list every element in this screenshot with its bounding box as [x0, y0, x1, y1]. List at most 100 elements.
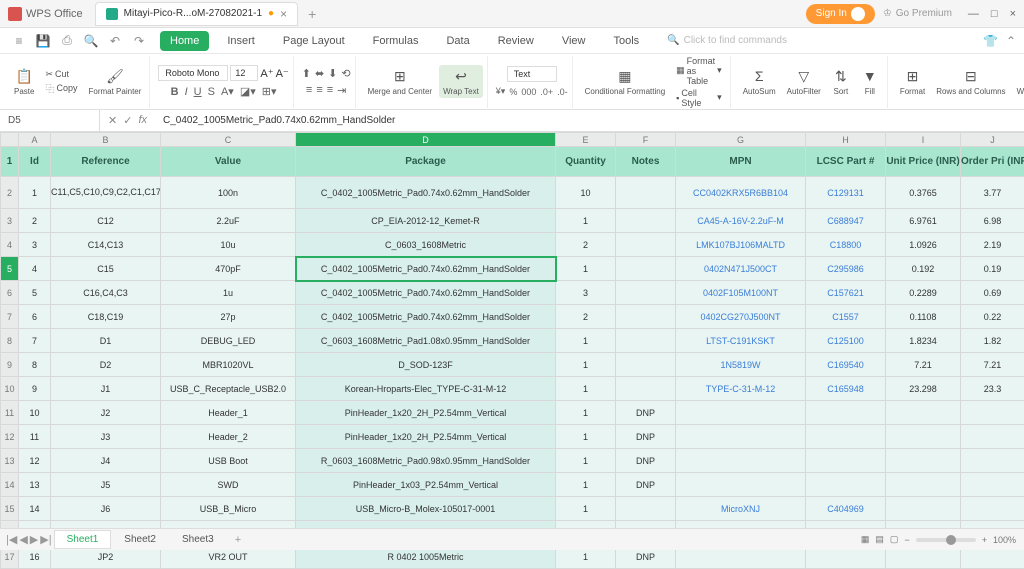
cell[interactable]: 0.1108: [886, 305, 961, 329]
cell[interactable]: J3: [51, 425, 161, 449]
menu-tab-data[interactable]: Data: [436, 31, 479, 51]
row-number[interactable]: 6: [1, 281, 19, 305]
paste-button[interactable]: 📋 Paste: [10, 65, 38, 98]
merge-button[interactable]: ⊞Merge and Center: [364, 65, 436, 98]
cell[interactable]: 6.98: [961, 209, 1024, 233]
cell[interactable]: 3: [556, 281, 616, 305]
row-number[interactable]: 11: [1, 401, 19, 425]
cell[interactable]: 0.19: [961, 257, 1024, 281]
cell[interactable]: 1: [556, 257, 616, 281]
cell[interactable]: LTST-C191KSKT: [676, 329, 806, 353]
fx-cancel-icon[interactable]: ✕: [108, 114, 117, 127]
premium-button[interactable]: ♔ Go Premium: [883, 8, 952, 19]
cell[interactable]: 4: [19, 257, 51, 281]
italic-button[interactable]: I: [185, 86, 188, 98]
copy-button[interactable]: ⿻Copy: [41, 81, 81, 96]
cell[interactable]: J1: [51, 377, 161, 401]
close-window-button[interactable]: ×: [1010, 8, 1016, 20]
cell[interactable]: 7.21: [961, 353, 1024, 377]
cell[interactable]: D2: [51, 353, 161, 377]
cell[interactable]: DNP: [616, 473, 676, 497]
cell[interactable]: [616, 177, 676, 209]
cell[interactable]: 1: [556, 401, 616, 425]
cell[interactable]: C12: [51, 209, 161, 233]
cell[interactable]: [806, 425, 886, 449]
cell[interactable]: [961, 473, 1024, 497]
cell[interactable]: D_SOD-123F: [296, 353, 556, 377]
file-tab-active[interactable]: Mitayi-Pico-R...oM-27082021-1 ● ×: [95, 2, 298, 26]
cond-format-button[interactable]: ▦Conditional Formatting: [581, 65, 669, 98]
cell[interactable]: C169540: [806, 353, 886, 377]
minimize-button[interactable]: —: [968, 8, 979, 20]
cell[interactable]: [616, 353, 676, 377]
cell[interactable]: 1u: [161, 281, 296, 305]
column-header[interactable]: Value: [161, 147, 296, 177]
cell[interactable]: 1: [556, 353, 616, 377]
cell[interactable]: 10: [19, 401, 51, 425]
column-header[interactable]: Unit Price (INR): [886, 147, 961, 177]
menu-tab-review[interactable]: Review: [488, 31, 544, 51]
cell[interactable]: C1557: [806, 305, 886, 329]
cell[interactable]: J4: [51, 449, 161, 473]
app-menu-button[interactable]: ≡: [8, 30, 30, 52]
view-normal-icon[interactable]: ▦: [861, 534, 870, 545]
cell[interactable]: USB_Micro-B_Molex-105017-0001: [296, 497, 556, 521]
sheet-next-button[interactable]: ▶: [30, 533, 38, 546]
cell[interactable]: C_0603_1608Metric: [296, 233, 556, 257]
close-icon[interactable]: ×: [280, 7, 287, 21]
add-sheet-button[interactable]: +: [229, 534, 247, 546]
cell[interactable]: LMK107BJ106MALTD: [676, 233, 806, 257]
cell[interactable]: CC0402KRX5R6BB104: [676, 177, 806, 209]
cell[interactable]: 7.21: [886, 353, 961, 377]
view-page-icon[interactable]: ▤: [875, 534, 884, 545]
column-letter[interactable]: I: [886, 133, 961, 147]
align-bot-button[interactable]: ⬇: [328, 67, 337, 80]
cell[interactable]: [616, 329, 676, 353]
row-number[interactable]: 9: [1, 353, 19, 377]
cell[interactable]: [961, 449, 1024, 473]
cell[interactable]: [961, 497, 1024, 521]
column-letter[interactable]: B: [51, 133, 161, 147]
row-number[interactable]: 8: [1, 329, 19, 353]
cell[interactable]: C_0402_1005Metric_Pad0.74x0.62mm_HandSol…: [296, 305, 556, 329]
cell[interactable]: [806, 449, 886, 473]
cell[interactable]: MicroXNJ: [676, 497, 806, 521]
cell[interactable]: 1N5819W: [676, 353, 806, 377]
cell[interactable]: 2: [556, 305, 616, 329]
cell[interactable]: DNP: [616, 425, 676, 449]
cell[interactable]: 13: [19, 473, 51, 497]
cell[interactable]: J6: [51, 497, 161, 521]
cell[interactable]: 1: [556, 473, 616, 497]
row-number[interactable]: 13: [1, 449, 19, 473]
number-format-select[interactable]: Text: [507, 66, 557, 82]
undo-button[interactable]: ↶: [104, 30, 126, 52]
cell[interactable]: 1: [19, 177, 51, 209]
cell[interactable]: J5: [51, 473, 161, 497]
cell[interactable]: C_0402_1005Metric_Pad0.74x0.62mm_HandSol…: [296, 257, 556, 281]
row-number[interactable]: 14: [1, 473, 19, 497]
cell[interactable]: C16,C4,C3: [51, 281, 161, 305]
cell[interactable]: C129131: [806, 177, 886, 209]
cell[interactable]: C_0402_1005Metric_Pad0.74x0.62mm_HandSol…: [296, 281, 556, 305]
zoom-out-button[interactable]: −: [904, 535, 909, 545]
cell[interactable]: 3: [19, 233, 51, 257]
column-letter[interactable]: F: [616, 133, 676, 147]
save-button[interactable]: 💾: [32, 30, 54, 52]
cell[interactable]: 2: [556, 233, 616, 257]
add-tab-button[interactable]: +: [300, 2, 324, 26]
indent-button[interactable]: ⇥: [337, 84, 346, 97]
cell[interactable]: C688947: [806, 209, 886, 233]
column-letter[interactable]: H: [806, 133, 886, 147]
row-number[interactable]: 5: [1, 257, 19, 281]
cell[interactable]: 0.22: [961, 305, 1024, 329]
font-color-button[interactable]: A▾: [221, 85, 234, 98]
cell-style-button[interactable]: ▪Cell Style▾: [672, 87, 726, 109]
cell[interactable]: 23.298: [886, 377, 961, 401]
sheet-tab[interactable]: Sheet1: [54, 530, 112, 549]
bold-button[interactable]: B: [171, 86, 179, 98]
row-number[interactable]: 7: [1, 305, 19, 329]
cell[interactable]: [886, 401, 961, 425]
wrap-button[interactable]: ↩Wrap Text: [439, 65, 483, 98]
cell[interactable]: [616, 377, 676, 401]
column-header[interactable]: Notes: [616, 147, 676, 177]
